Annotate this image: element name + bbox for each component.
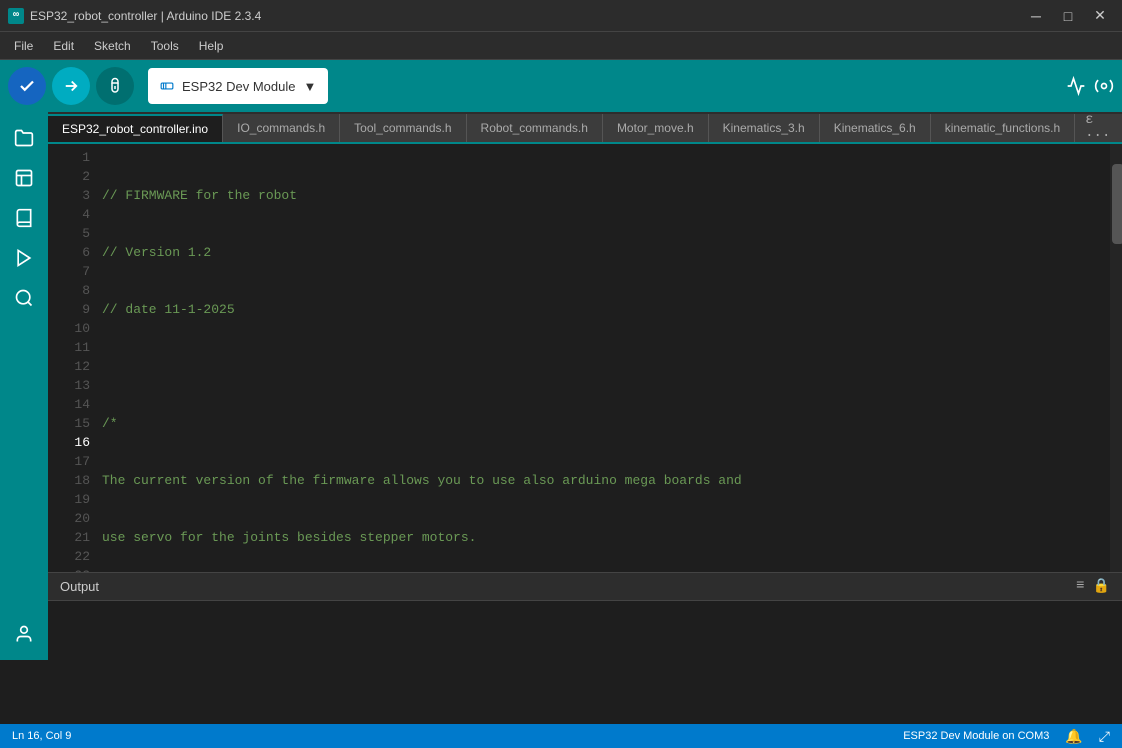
board-selector[interactable]: ESP32 Dev Module ▼ bbox=[148, 68, 328, 104]
output-content bbox=[48, 601, 1122, 661]
menu-tools[interactable]: Tools bbox=[141, 35, 189, 57]
tab-kinematics6[interactable]: Kinematics_6.h bbox=[820, 114, 931, 142]
menu-help[interactable]: Help bbox=[189, 35, 234, 57]
serial-monitor-button[interactable] bbox=[1094, 76, 1114, 96]
sidebar-item-sketchbook[interactable] bbox=[6, 120, 42, 156]
menubar: File Edit Sketch Tools Help bbox=[0, 32, 1122, 60]
board-dropdown-arrow: ▼ bbox=[303, 79, 316, 94]
tab-label: kinematic_functions.h bbox=[945, 121, 1060, 135]
vertical-scrollbar[interactable] bbox=[1110, 144, 1122, 572]
menu-file[interactable]: File bbox=[4, 35, 43, 57]
output-panel: Output ≡ 🔒 bbox=[48, 572, 1122, 660]
tab-label: Kinematics_6.h bbox=[834, 121, 916, 135]
tab-main-ino[interactable]: ESP32_robot_controller.ino bbox=[48, 114, 223, 142]
tab-label: ESP32_robot_controller.ino bbox=[62, 122, 208, 136]
maximize-button[interactable]: □ bbox=[1054, 6, 1082, 26]
menu-edit[interactable]: Edit bbox=[43, 35, 84, 57]
tab-kinematics3[interactable]: Kinematics_3.h bbox=[709, 114, 820, 142]
toolbar-right bbox=[1066, 76, 1114, 96]
tab-label: IO_commands.h bbox=[237, 121, 325, 135]
tab-label: Kinematics_3.h bbox=[723, 121, 805, 135]
titlebar: ∞ ESP32_robot_controller | Arduino IDE 2… bbox=[0, 0, 1122, 32]
statusbar: Ln 16, Col 9 ESP32 Dev Module on COM3 🔔 … bbox=[0, 724, 1122, 748]
sidebar-item-debug[interactable] bbox=[6, 240, 42, 276]
sidebar-item-library[interactable] bbox=[6, 200, 42, 236]
status-right: ESP32 Dev Module on COM3 🔔 ⤢ bbox=[903, 728, 1110, 745]
window-controls: ─ □ ✕ bbox=[1022, 6, 1114, 26]
code-content[interactable]: // FIRMWARE for the robot // Version 1.2… bbox=[98, 144, 1110, 572]
toolbar: ESP32 Dev Module ▼ bbox=[0, 60, 1122, 112]
minimize-button[interactable]: ─ bbox=[1022, 6, 1050, 26]
verify-button[interactable] bbox=[8, 67, 46, 105]
tab-kinematic-functions[interactable]: kinematic_functions.h bbox=[931, 114, 1075, 142]
sidebar-item-boards[interactable] bbox=[6, 160, 42, 196]
debugger-button[interactable] bbox=[96, 67, 134, 105]
titlebar-left: ∞ ESP32_robot_controller | Arduino IDE 2… bbox=[8, 8, 261, 24]
usb-icon bbox=[160, 79, 174, 93]
output-label: Output bbox=[60, 579, 99, 594]
tab-tool-commands[interactable]: Tool_commands.h bbox=[340, 114, 466, 142]
tab-label: Motor_move.h bbox=[617, 121, 694, 135]
tab-bar: ESP32_robot_controller.ino IO_commands.h… bbox=[48, 112, 1122, 144]
output-lock-icon[interactable]: 🔒 bbox=[1093, 578, 1110, 595]
tab-motor-move[interactable]: Motor_move.h bbox=[603, 114, 709, 142]
board-name: ESP32 Dev Module bbox=[182, 79, 295, 94]
status-position: Ln 16, Col 9 bbox=[12, 730, 71, 742]
status-board: ESP32 Dev Module on COM3 bbox=[903, 730, 1049, 742]
arduino-logo: ∞ bbox=[8, 8, 24, 24]
expand-icon[interactable]: ⤢ bbox=[1099, 728, 1110, 745]
serial-plotter-button[interactable] bbox=[1066, 76, 1086, 96]
output-list-icon[interactable]: ≡ bbox=[1076, 578, 1084, 595]
output-icons: ≡ 🔒 bbox=[1076, 578, 1110, 595]
tab-label: Robot_commands.h bbox=[481, 121, 588, 135]
tab-robot-commands[interactable]: Robot_commands.h bbox=[467, 114, 603, 142]
tab-io-commands[interactable]: IO_commands.h bbox=[223, 114, 340, 142]
window-title: ESP32_robot_controller | Arduino IDE 2.3… bbox=[30, 9, 261, 23]
notification-icon[interactable]: 🔔 bbox=[1065, 728, 1082, 745]
code-editor[interactable]: 1 2 3 4 5 6 7 8 9 10 11 12 13 14 15 16 1… bbox=[48, 144, 1122, 572]
close-button[interactable]: ✕ bbox=[1086, 6, 1114, 26]
menu-sketch[interactable]: Sketch bbox=[84, 35, 141, 57]
tab-label: Tool_commands.h bbox=[354, 121, 451, 135]
sidebar-item-user[interactable] bbox=[6, 616, 42, 652]
tab-more-button[interactable]: ε ··· bbox=[1075, 114, 1122, 142]
output-header: Output ≡ 🔒 bbox=[48, 573, 1122, 601]
sidebar-item-search[interactable] bbox=[6, 280, 42, 316]
editor-area: ESP32_robot_controller.ino IO_commands.h… bbox=[48, 112, 1122, 660]
upload-button[interactable] bbox=[52, 67, 90, 105]
line-numbers: 1 2 3 4 5 6 7 8 9 10 11 12 13 14 15 16 1… bbox=[48, 144, 98, 572]
main-area: ESP32_robot_controller.ino IO_commands.h… bbox=[0, 112, 1122, 660]
sidebar bbox=[0, 112, 48, 660]
